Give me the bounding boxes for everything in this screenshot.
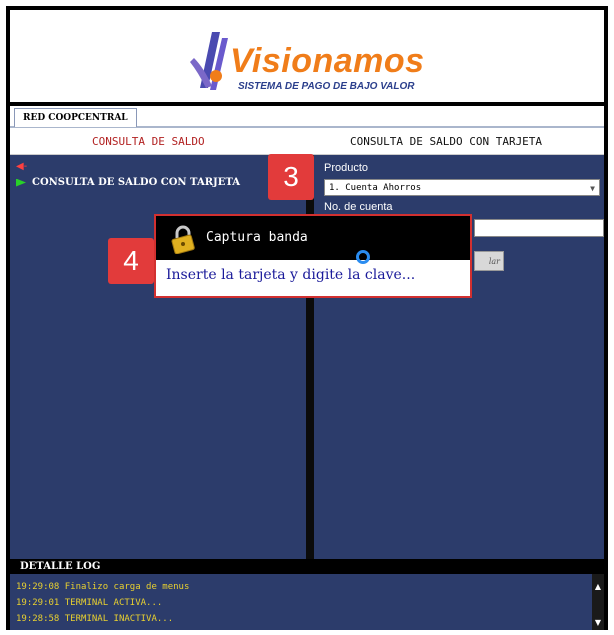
tab-bar: RED COOPCENTRAL [10, 106, 604, 128]
busy-indicator-icon [356, 250, 370, 264]
log-entry: 19:28:58 TERMINAL INACTIVA... [16, 614, 174, 624]
brand-logo: Visionamos SISTEMA DE PAGO DE BAJO VALOR [190, 28, 460, 98]
step-badge-3: 3 [268, 154, 314, 200]
dialog-message: Inserte la tarjeta y digite la clave... [166, 267, 416, 283]
scroll-up-icon[interactable]: ▲ [593, 582, 603, 592]
captura-banda-dialog: Captura banda Inserte la tarjeta y digit… [154, 214, 472, 298]
cancel-button[interactable]: lar [474, 251, 504, 271]
chevron-down-icon: ▼ [590, 184, 595, 193]
step-badge-4: 4 [108, 238, 154, 284]
tab-red-coopcentral[interactable]: RED COOPCENTRAL [14, 108, 137, 127]
scroll-down-icon[interactable]: ▼ [593, 618, 603, 628]
logo-wordmark: Visionamos [230, 42, 425, 80]
cuenta-label: No. de cuenta [324, 201, 393, 213]
header-banner: Visionamos SISTEMA DE PAGO DE BAJO VALOR [10, 10, 604, 102]
lock-icon [171, 225, 195, 254]
logo-tagline: SISTEMA DE PAGO DE BAJO VALOR [238, 81, 415, 92]
producto-label: Producto [324, 162, 369, 174]
log-scrollbar[interactable]: ▲ ▼ [592, 574, 604, 630]
log-title: DETALLE LOG [10, 560, 604, 574]
tree-item-consulta-saldo-tarjeta[interactable]: CONSULTA DE SALDO CON TARJETA [16, 177, 240, 188]
producto-select[interactable]: 1. Cuenta Ahorros ▼ [324, 179, 600, 196]
dialog-header: Captura banda [156, 216, 470, 260]
dialog-title: Captura banda [206, 230, 308, 245]
producto-select-value: 1. Cuenta Ahorros [329, 183, 422, 193]
flag-icon [16, 178, 26, 187]
log-panel: 19:29:08 Finalizo carga de menus 19:29:0… [10, 574, 592, 630]
tree-collapse-toggle[interactable]: ◀- [16, 161, 27, 172]
tree-item-label: CONSULTA DE SALDO CON TARJETA [32, 177, 241, 188]
log-entry: 19:29:01 TERMINAL ACTIVA... [16, 598, 163, 608]
title-bar: CONSULTA DE SALDO CONSULTA DE SALDO CON … [10, 128, 604, 155]
form-title: CONSULTA DE SALDO CON TARJETA [350, 135, 543, 148]
section-title: CONSULTA DE SALDO [92, 135, 205, 148]
cuenta-input[interactable] [474, 219, 604, 237]
arrow-left-icon: ◀ [16, 161, 24, 172]
log-entry: 19:29:08 Finalizo carga de menus [16, 582, 190, 592]
